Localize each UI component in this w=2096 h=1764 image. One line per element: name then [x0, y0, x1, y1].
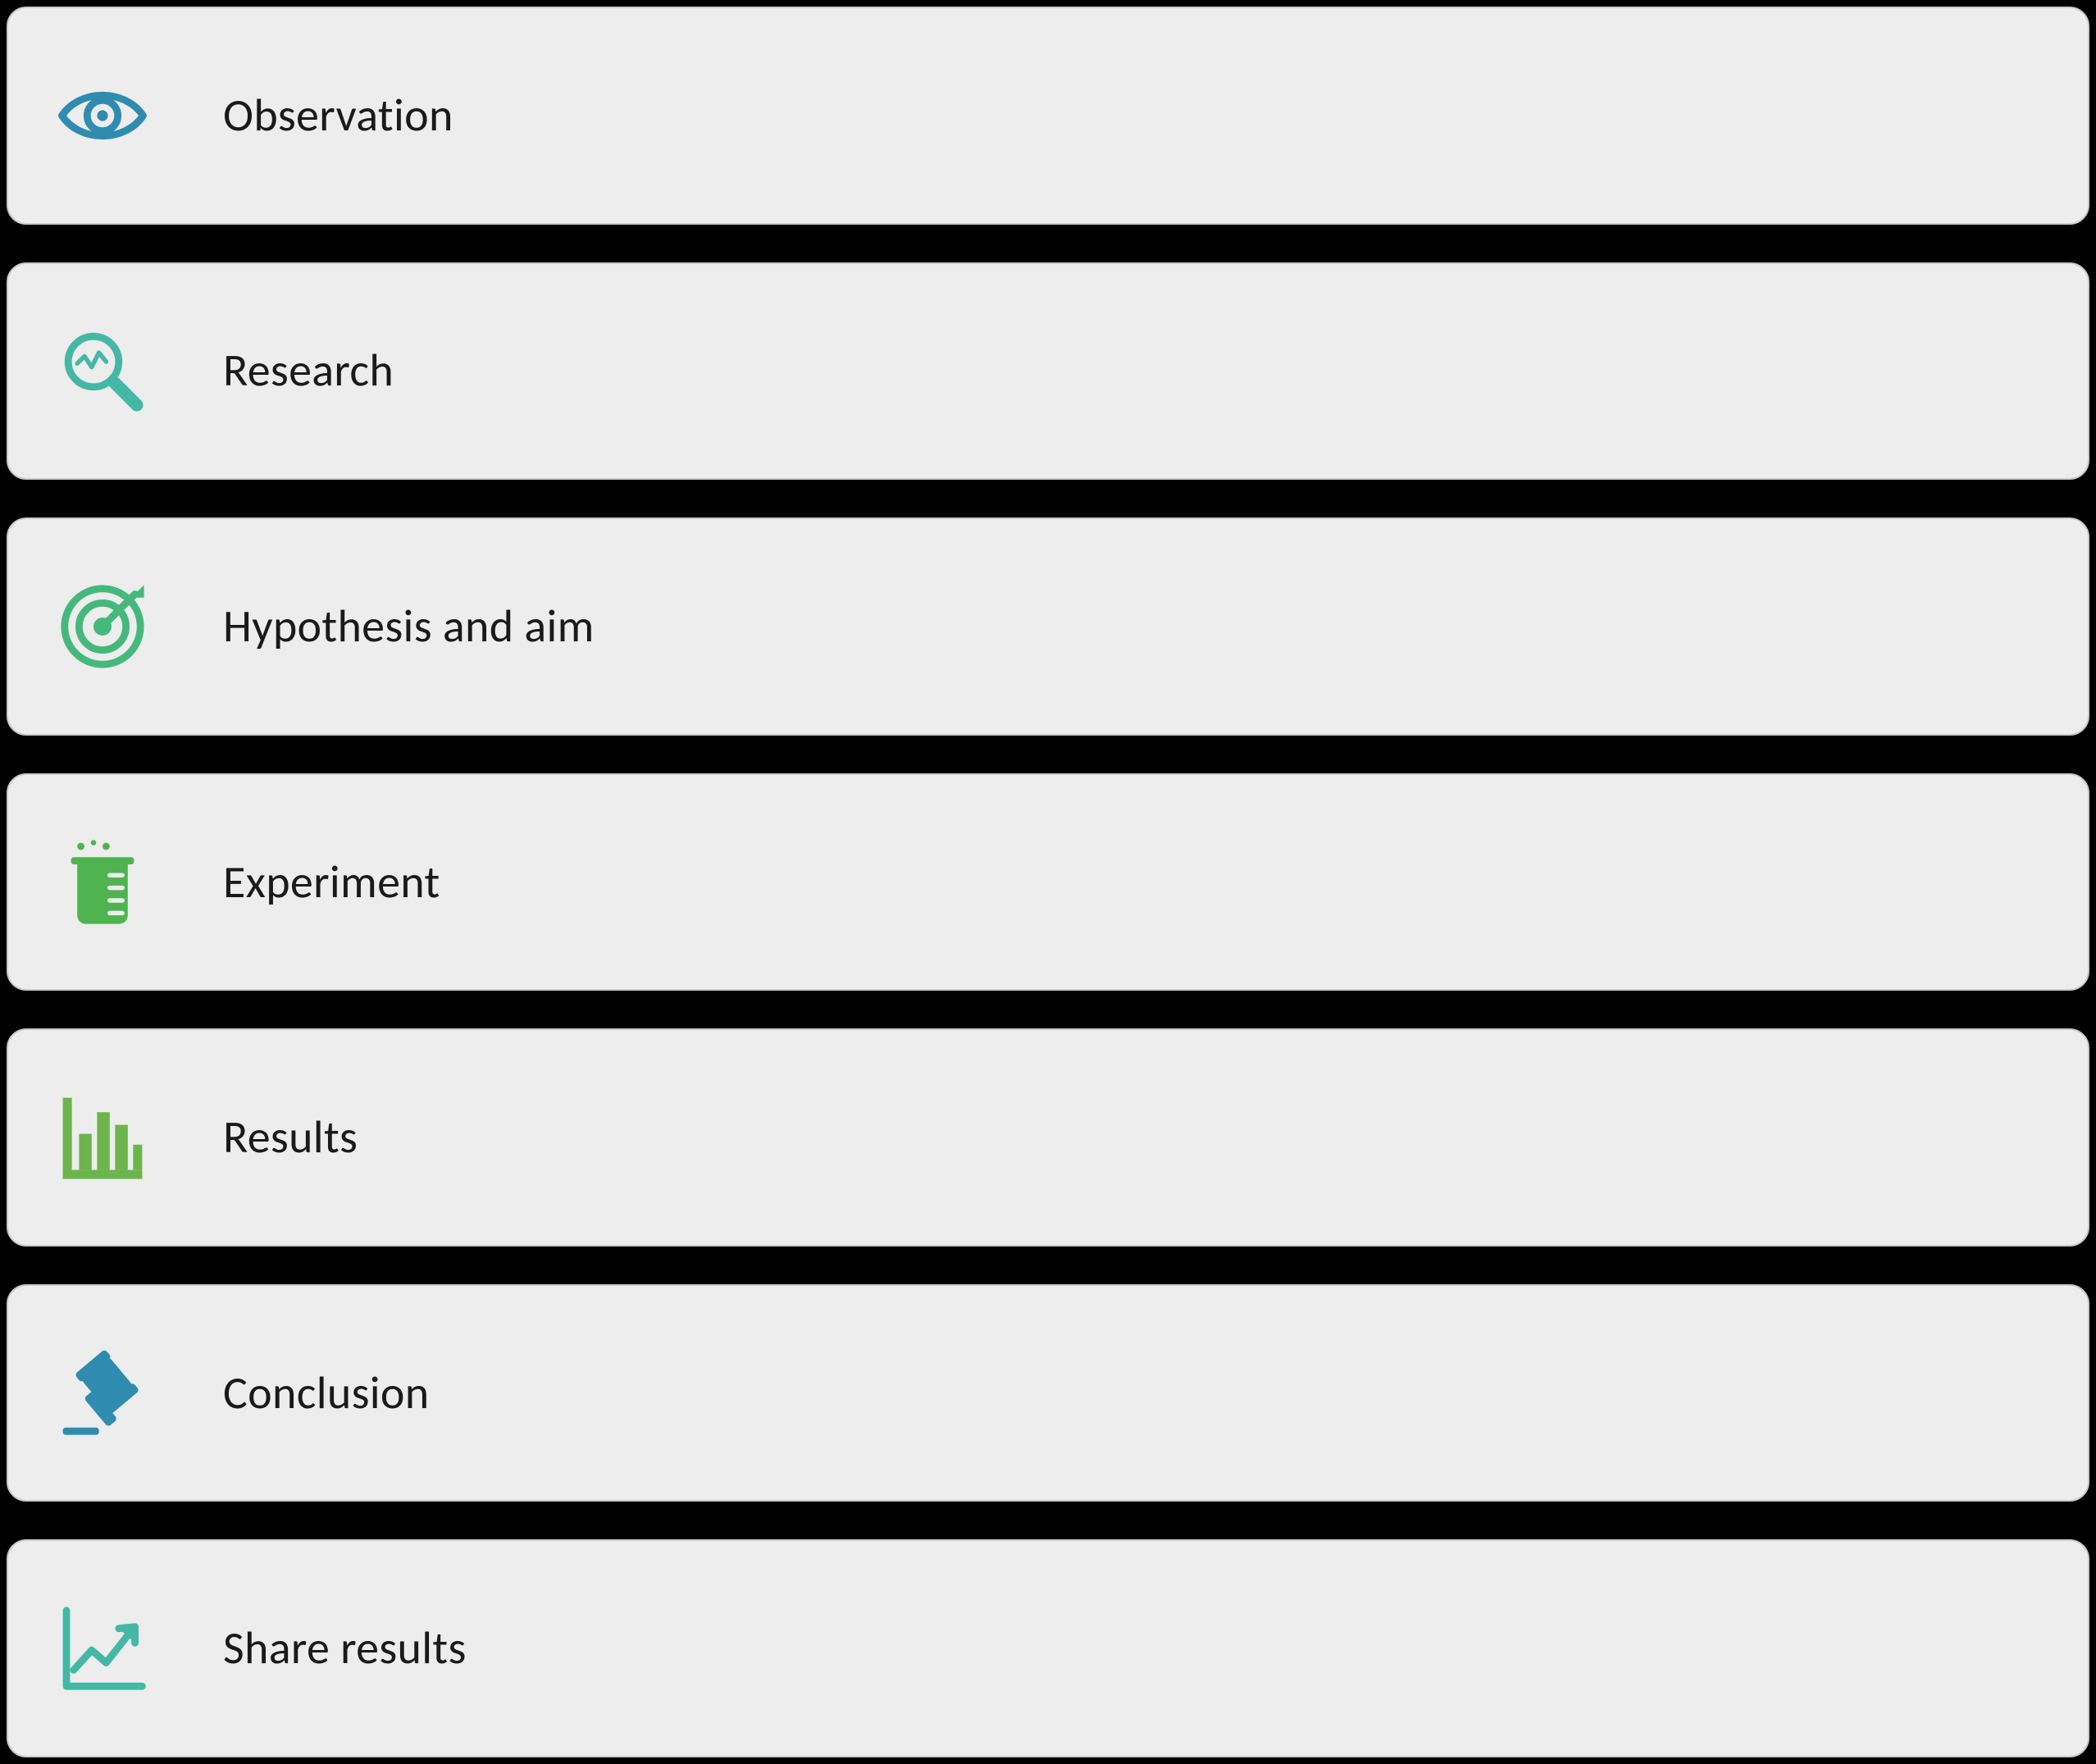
step-label: Conclusion	[223, 1365, 429, 1421]
gavel-icon	[57, 1348, 148, 1438]
step-research[interactable]: Research	[7, 262, 2089, 481]
target-icon	[57, 581, 148, 672]
step-label: Research	[223, 343, 394, 399]
step-label: Results	[223, 1110, 358, 1165]
research-icon	[57, 326, 148, 416]
step-observation[interactable]: Observation	[7, 7, 2089, 225]
growth-icon	[57, 1603, 148, 1693]
beaker-icon	[57, 837, 148, 928]
eye-icon	[57, 71, 148, 161]
step-label: Experiment	[223, 855, 440, 910]
step-label: Share results	[223, 1620, 467, 1676]
step-hypothesis[interactable]: Hypothesis and aim	[7, 517, 2089, 736]
scientific-method-list: Observation Research	[0, 0, 2096, 1764]
step-label: Hypothesis and aim	[223, 599, 595, 654]
step-experiment[interactable]: Experiment	[7, 773, 2089, 991]
step-results[interactable]: Results	[7, 1028, 2089, 1247]
step-label: Observation	[223, 88, 453, 144]
step-conclusion[interactable]: Conclusion	[7, 1284, 2089, 1502]
step-share-results[interactable]: Share results	[7, 1539, 2089, 1757]
barchart-icon	[57, 1092, 148, 1183]
